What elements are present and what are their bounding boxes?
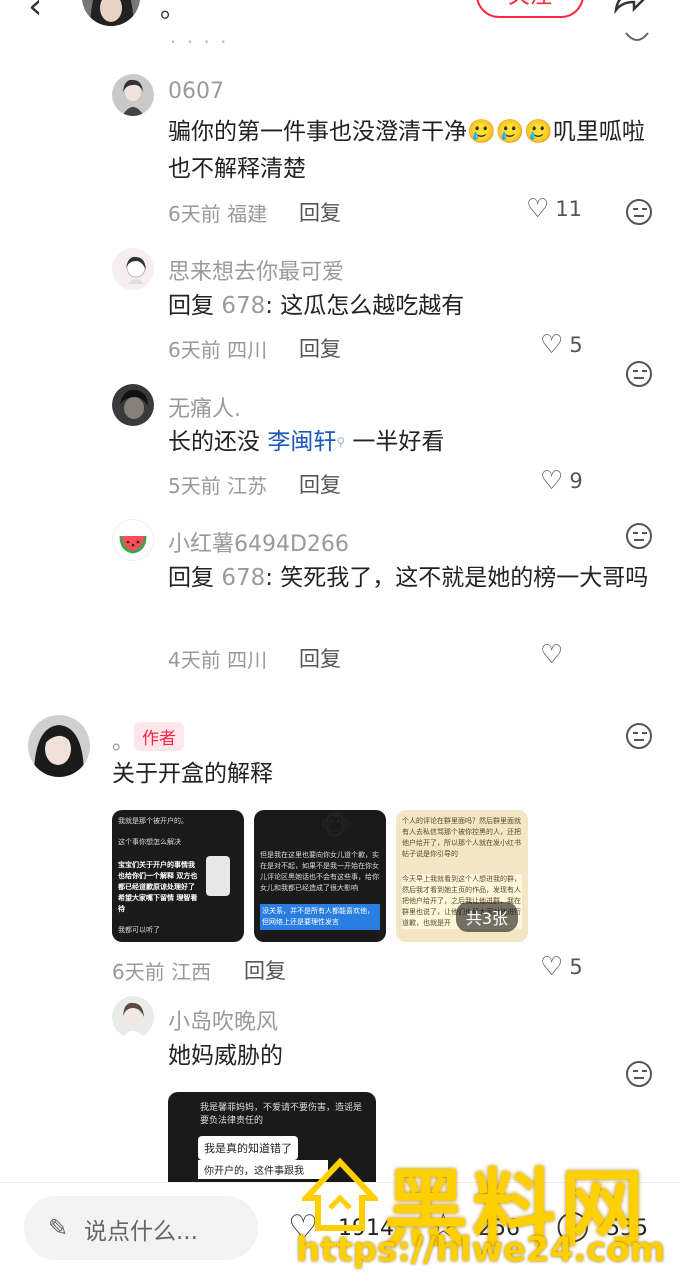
emoji-reply-icon[interactable] [626,523,652,549]
like-button[interactable]: ♡ 9 [540,468,583,494]
reply-prefix: 回复 [168,293,222,319]
avatar[interactable] [28,715,90,777]
mention-link[interactable]: 李闽轩 [267,429,336,455]
like-count: 9 [569,469,583,493]
image-line: 我都可以听了 [118,926,160,934]
reply-button[interactable]: 回复 [299,643,341,673]
reply-prefix: 回复 [168,565,222,591]
image-line: 这个事你想怎么解决 [118,838,181,846]
comment-time: 5天前 [168,474,221,498]
comment-meta: 6天前 江西 [112,956,211,985]
comment-username[interactable]: 无痛人. [168,391,241,423]
reply-target[interactable]: 678 [221,565,265,591]
image-line: 个人的评论在群里面吗？然后群里面就有人去私信骂那个被你控黑的人，还把他户给开了，… [402,817,521,858]
back-arrow-icon[interactable]: ‹ [28,0,42,27]
emoji-reply-icon[interactable] [626,723,652,749]
comment-username[interactable]: 0607 [168,79,224,104]
heart-icon: ♡ [540,330,564,360]
reply-button[interactable]: 回复 [244,955,286,985]
comment-text: 长的还没 李闽轩⚲ 一半好看 [168,424,658,461]
comment-text: 关于开盒的解释 [112,761,273,787]
reply-target[interactable]: 678 [221,293,265,319]
comment-username[interactable]: 思来想去你最可爱 [168,254,344,286]
watermark-logo-icon [299,1157,381,1236]
comment-location: 江西 [171,960,212,984]
like-button[interactable]: ♡ 5 [540,332,583,358]
comment-image[interactable]: 个人的评论在群里面吗？然后群里面就有人去私信骂那个被你控黑的人，还把他户给开了，… [396,810,528,942]
like-count: 11 [555,197,583,221]
comment-time: 6天前 [168,202,221,226]
heart-icon: ♡ [540,466,564,496]
author-name: 。 [160,0,187,24]
author-avatar[interactable] [82,0,140,26]
reply-body: : 这瓜怎么越吃越有 [265,293,465,319]
watermark-url: https://hlwe24.com [296,1230,666,1270]
image-line: 没关系，并不是所有人都能喜欢他，但网络上还是要理性发言 [260,904,380,930]
comment-location: 福建 [227,202,268,226]
like-button[interactable]: ♡ 11 [526,196,582,222]
image-line: 宝宝们关于开户的事情我也给你们一个解释 双方也都已经道歉原谅处理好了 希望大家嘴… [118,861,198,913]
comment-text-before: 长的还没 [168,429,268,455]
emoji-reply-icon[interactable] [626,199,652,225]
comment-time: 6天前 [168,338,221,362]
comment-time: 4天前 [168,648,221,672]
reply-button[interactable]: 回复 [299,333,341,363]
like-button[interactable]: ♡ 5 [540,954,583,980]
phone-thumbnail [206,856,230,896]
comment-time: 6天前 [112,960,165,984]
comment-meta: 4天前 四川 [168,644,267,673]
comment-text: 回复 678: 笑死我了，这不就是她的榜一大哥吗 [168,560,658,597]
avatar[interactable] [112,996,154,1038]
reply-button[interactable]: 回复 [299,197,341,227]
image-count-badge: 共3张 [455,902,518,932]
like-button[interactable]: ♡ [540,642,569,668]
comment-username[interactable]: 小红薯6494D266 [168,526,349,558]
comment-text-after: 一半好看 [345,429,445,455]
comment-username[interactable]: 。 [112,724,134,756]
avatar[interactable] [112,248,154,290]
comment-location: 四川 [227,648,268,672]
sticker-icon: 🐵 [320,812,351,842]
comment-image[interactable]: 但是我在这里也要向你女儿道个歉，实在是对不起，如果不是我一开始在你女儿评论区黑她… [254,810,386,942]
avatar[interactable] [112,74,154,116]
comment-text: 骗你的第一件事也没澄清干净🥲🥲🥲叽里呱啦也不解释清楚 [168,119,645,182]
heart-icon: ♡ [540,952,564,982]
image-line: 我是馨菲妈妈，不爱请不要伤害，造谣是要负法律责任的 [200,1103,363,1126]
comment-username[interactable]: 小岛吹晚风 [168,1004,278,1036]
comment-text: 回复 678: 这瓜怎么越吃越有 [168,288,658,325]
comment-meta: 5天前 江苏 [168,470,267,499]
avatar[interactable] [112,519,154,561]
emoji-reply-icon[interactable] [624,28,650,53]
comment-location: 江苏 [227,474,268,498]
follow-button[interactable]: 关注 [476,0,584,18]
reply-body: : 笑死我了，这不就是她的榜一大哥吗 [265,565,649,591]
reply-button[interactable]: 回复 [299,469,341,499]
image-line: 我就是那个被开户的。 [118,817,188,825]
comment-image[interactable]: 我就是那个被开户的。 这个事你想怎么解决 宝宝们关于开户的事情我也给你们一个解释… [112,810,244,942]
image-line: 但是我在这里也要向你女儿道个歉，实在是对不起，如果不是我一开始在你女儿评论区黑她… [260,851,379,892]
author-badge: 作者 [134,722,184,751]
comment-meta: 6天前 福建 [168,198,267,227]
like-count: 5 [569,955,583,979]
comment-input-placeholder[interactable]: 说点什么... [84,1212,198,1246]
search-icon: ⚲ [336,435,346,449]
cut-off-meta: · · · · [170,30,229,54]
pencil-icon: ✎ [48,1214,69,1242]
like-count: 5 [569,333,583,357]
comment-text: 她妈威胁的 [168,1043,283,1069]
heart-icon: ♡ [526,194,550,224]
image-line: 我是真的知道错了 [198,1136,298,1160]
comment-location: 四川 [227,338,268,362]
heart-icon: ♡ [540,640,564,670]
share-icon[interactable] [612,0,648,22]
comment-meta: 6天前 四川 [168,334,267,363]
avatar[interactable] [112,384,154,426]
top-bar: ‹ 。 关注 [0,0,679,42]
emoji-reply-icon[interactable] [626,361,652,387]
